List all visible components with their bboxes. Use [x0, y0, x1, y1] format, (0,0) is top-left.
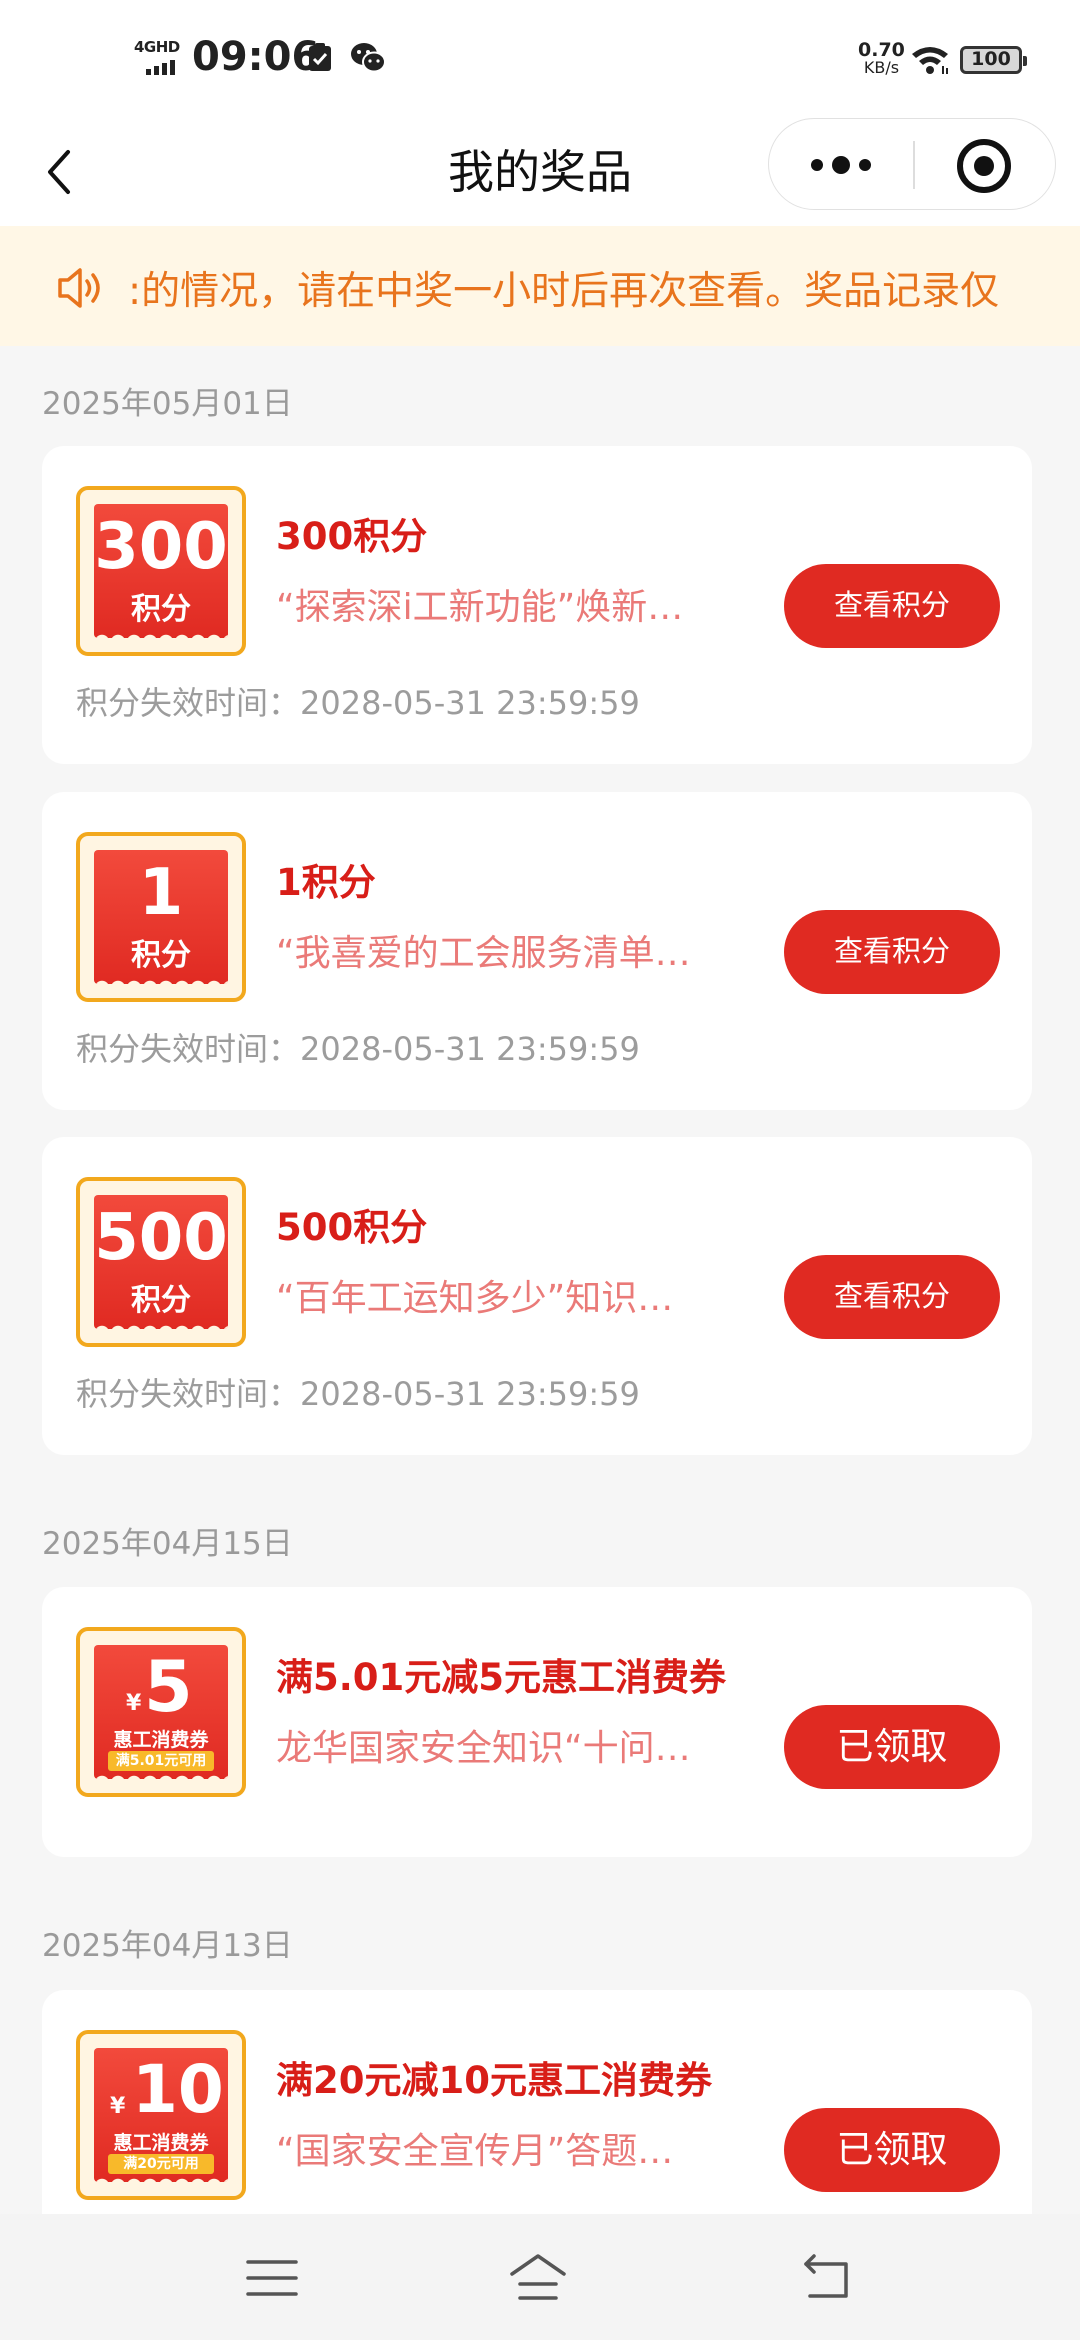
date-header: 2025年04月15日 — [42, 1526, 293, 1562]
target-close-icon — [957, 139, 1011, 193]
wechat-icon — [351, 43, 386, 73]
yen-symbol: ¥ — [110, 2094, 126, 2119]
prize-card: ¥ 5 惠工消费券 满5.01元可用 满5.01元减5元惠工消费券 龙华国家安全… — [42, 1587, 1032, 1857]
claimed-button[interactable]: 已领取 — [784, 2108, 1000, 2192]
prize-title: 1积分 — [276, 861, 376, 904]
more-dots-icon — [811, 156, 871, 174]
badge-number: 1 — [138, 856, 184, 930]
prize-description: “百年工运知多少”知识… — [276, 1278, 674, 1319]
coupon-badge: ¥ 5 惠工消费券 满5.01元可用 — [76, 1627, 246, 1797]
prize-card: ¥ 10 惠工消费券 满20元可用 满20元减10元惠工消费券 “国家安全宣传月… — [42, 1990, 1032, 2230]
speaker-icon — [58, 268, 100, 308]
points-badge: 500 积分 — [76, 1177, 246, 1347]
network-speed: 0.70 KB/s — [858, 39, 905, 77]
battery-icon: 100 — [960, 46, 1027, 74]
clipboard-icon — [309, 43, 331, 71]
claimed-button[interactable]: 已领取 — [784, 1705, 1000, 1789]
coupon-value: 10 — [132, 2051, 224, 2128]
expire-time: 积分失效时间：2028-05-31 23:59:59 — [76, 684, 640, 722]
mini-program-capsule — [768, 118, 1056, 210]
prize-description: “我喜爱的工会服务清单… — [276, 933, 691, 974]
prize-description: “探索深i工新功能”焕新… — [276, 587, 684, 628]
badge-number: 500 — [94, 1201, 228, 1275]
cellular-signal-icon: 4GHD — [134, 38, 184, 78]
notice-bar: :的情况，请在中奖一小时后再次查看。奖品记录仅 — [0, 226, 1080, 346]
back-icon[interactable] — [796, 2248, 856, 2308]
expire-time: 积分失效时间：2028-05-31 23:59:59 — [76, 1030, 640, 1068]
prize-description: 龙华国家安全知识“十问… — [276, 1728, 691, 1769]
view-points-button[interactable]: 查看积分 — [784, 910, 1000, 994]
network-type: 4GHD — [134, 38, 180, 56]
prize-title: 满20元减10元惠工消费券 — [276, 2059, 712, 2102]
coupon-name: 惠工消费券 — [113, 2132, 209, 2154]
wifi-icon — [912, 47, 948, 74]
nav-bar: 我的奖品 — [0, 118, 1080, 226]
coupon-condition: 满5.01元可用 — [108, 1751, 214, 1771]
view-points-button[interactable]: 查看积分 — [784, 564, 1000, 648]
badge-unit: 积分 — [131, 592, 191, 627]
coupon-condition: 满20元可用 — [108, 2154, 214, 2174]
date-header: 2025年04月13日 — [42, 1928, 293, 1964]
notice-text: :的情况，请在中奖一小时后再次查看。奖品记录仅 — [128, 269, 1000, 314]
menu-icon[interactable] — [242, 2248, 302, 2308]
coupon-badge: ¥ 10 惠工消费券 满20元可用 — [76, 2030, 246, 2200]
system-navigation-bar — [0, 2214, 1080, 2340]
status-time: 09:06 — [192, 34, 320, 80]
prize-title: 满5.01元减5元惠工消费券 — [276, 1656, 727, 1699]
close-mini-program-button[interactable] — [913, 119, 1057, 211]
badge-number: 300 — [94, 510, 228, 584]
home-icon[interactable] — [508, 2248, 568, 2308]
prize-card: 1 积分 1积分 “我喜爱的工会服务清单… 查看积分 积分失效时间：2028-0… — [42, 792, 1032, 1110]
coupon-value: 5 — [144, 1646, 193, 1728]
view-points-button[interactable]: 查看积分 — [784, 1255, 1000, 1339]
yen-symbol: ¥ — [126, 1691, 142, 1716]
prize-card: 500 积分 500积分 “百年工运知多少”知识… 查看积分 积分失效时间：20… — [42, 1137, 1032, 1455]
badge-unit: 积分 — [131, 938, 191, 973]
badge-unit: 积分 — [131, 1283, 191, 1318]
date-header: 2025年05月01日 — [42, 386, 293, 422]
expire-time: 积分失效时间：2028-05-31 23:59:59 — [76, 1375, 640, 1413]
prize-title: 500积分 — [276, 1206, 428, 1249]
prize-title: 300积分 — [276, 515, 428, 558]
more-button[interactable] — [769, 119, 913, 211]
prize-card: 300 积分 300积分 “探索深i工新功能”焕新… 查看积分 积分失效时间：2… — [42, 446, 1032, 764]
points-badge: 1 积分 — [76, 832, 246, 1002]
status-bar: 4GHD 09:06 0.70 KB/s 100 — [0, 0, 1080, 118]
prize-description: “国家安全宣传月”答题… — [276, 2131, 674, 2172]
points-badge: 300 积分 — [76, 486, 246, 656]
coupon-name: 惠工消费券 — [113, 1729, 209, 1751]
